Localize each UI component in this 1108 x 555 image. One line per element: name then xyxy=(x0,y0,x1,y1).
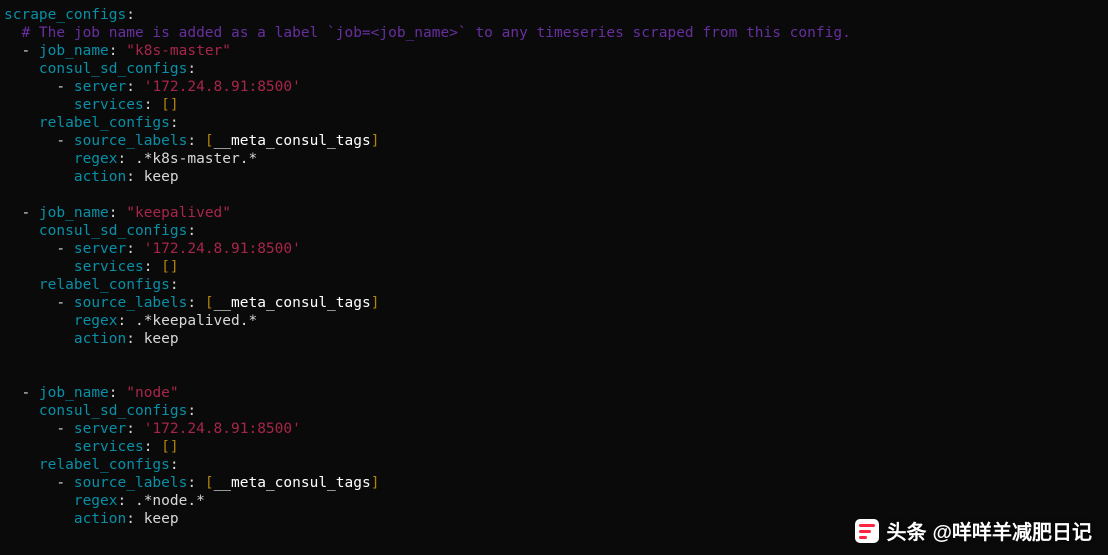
toutiao-logo-icon xyxy=(854,518,880,544)
key-relabel: relabel_configs xyxy=(39,115,170,131)
key-relabel: relabel_configs xyxy=(39,457,170,473)
val-source-label-1: __meta_consul_tags xyxy=(214,295,371,311)
key-action: action xyxy=(74,331,126,347)
val-services-1: [] xyxy=(161,259,178,275)
key-services: services xyxy=(74,259,144,275)
key-consul-sd: consul_sd_configs xyxy=(39,403,187,419)
key-regex: regex xyxy=(74,151,118,167)
key-action: action xyxy=(74,169,126,185)
val-services-2: [] xyxy=(161,439,178,455)
key-consul-sd: consul_sd_configs xyxy=(39,223,187,239)
comment-line: # The job name is added as a label `job=… xyxy=(21,25,850,41)
val-services-0: [] xyxy=(161,97,178,113)
val-regex-0: .*k8s-master.* xyxy=(135,151,257,167)
key-job-name: job_name xyxy=(39,43,109,59)
key-source-labels: source_labels xyxy=(74,295,188,311)
val-source-label-0: __meta_consul_tags xyxy=(214,133,371,149)
val-server-0: '172.24.8.91:8500' xyxy=(144,79,301,95)
key-job-name: job_name xyxy=(39,385,109,401)
key-regex: regex xyxy=(74,493,118,509)
key-job-name: job_name xyxy=(39,205,109,221)
val-regex-2: .*node.* xyxy=(135,493,205,509)
val-regex-1: .*keepalived.* xyxy=(135,313,257,329)
watermark: 头条 @咩咩羊减肥日记 xyxy=(854,516,1092,545)
key-server: server xyxy=(74,421,126,437)
val-action-0: keep xyxy=(144,169,179,185)
val-job-name-0: "k8s-master" xyxy=(126,43,231,59)
val-job-name-1: "keepalived" xyxy=(126,205,231,221)
val-job-name-2: "node" xyxy=(126,385,178,401)
key-services: services xyxy=(74,97,144,113)
key-server: server xyxy=(74,79,126,95)
key-action: action xyxy=(74,511,126,527)
key-scrape-configs: scrape_configs xyxy=(4,7,126,23)
key-regex: regex xyxy=(74,313,118,329)
val-action-2: keep xyxy=(144,511,179,527)
key-source-labels: source_labels xyxy=(74,475,188,491)
watermark-handle: @咩咩羊减肥日记 xyxy=(932,516,1092,545)
key-server: server xyxy=(74,241,126,257)
yaml-code-block: scrape_configs: # The job name is added … xyxy=(0,0,1108,534)
val-server-2: '172.24.8.91:8500' xyxy=(144,421,301,437)
key-source-labels: source_labels xyxy=(74,133,188,149)
key-consul-sd: consul_sd_configs xyxy=(39,61,187,77)
key-relabel: relabel_configs xyxy=(39,277,170,293)
val-source-label-2: __meta_consul_tags xyxy=(214,475,371,491)
key-services: services xyxy=(74,439,144,455)
val-server-1: '172.24.8.91:8500' xyxy=(144,241,301,257)
val-action-1: keep xyxy=(144,331,179,347)
watermark-brand: 头条 xyxy=(886,516,926,545)
